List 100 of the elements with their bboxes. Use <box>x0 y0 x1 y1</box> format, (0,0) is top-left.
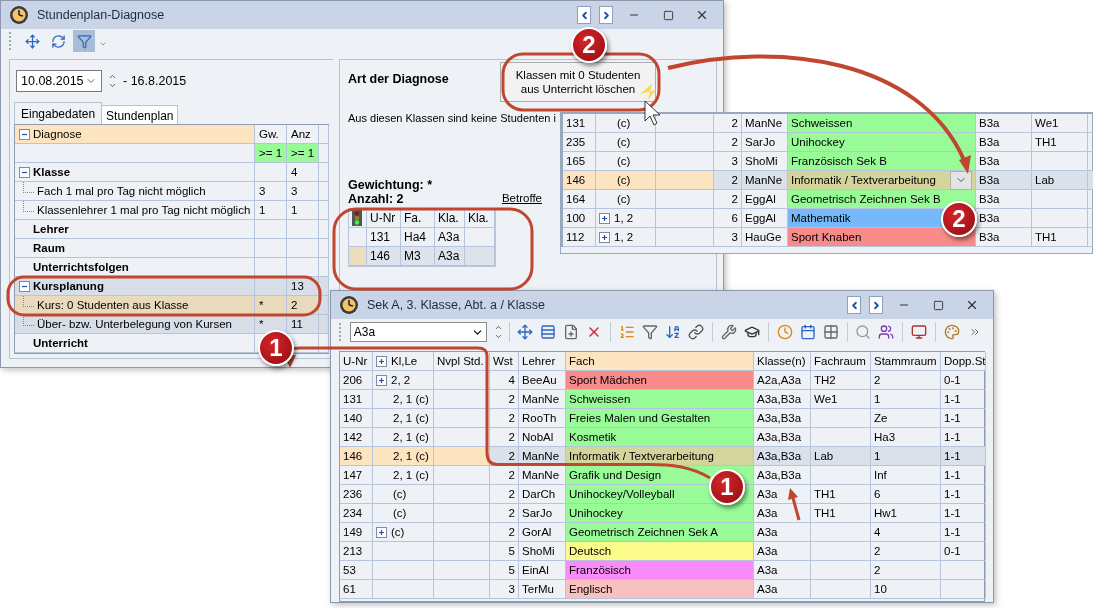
table-cell: 6 <box>714 209 742 228</box>
tab[interactable]: Eingabedaten <box>14 102 103 124</box>
table-cell: 146 <box>367 247 401 266</box>
column-header[interactable]: Stammraum <box>871 352 941 371</box>
column-header[interactable]: Nvpl Std. <box>434 352 490 371</box>
tree-node[interactable]: Raum <box>15 239 255 258</box>
table-cell: A3a,B3a <box>754 447 811 466</box>
table-cell: 5 <box>490 542 519 561</box>
table-cell: 1 <box>255 201 287 220</box>
subject-cell: Kosmetik <box>566 428 754 447</box>
table-cell: TH2 <box>811 371 871 390</box>
subject-cell: Unihockey <box>566 504 754 523</box>
maximize-icon <box>662 9 674 21</box>
column-header[interactable]: Diagnose <box>15 125 255 144</box>
filter-cell[interactable]: >= 1 <box>287 144 319 163</box>
table-cell <box>255 239 287 258</box>
expand-icon[interactable] <box>376 374 387 386</box>
table-cell: Lab <box>811 447 871 466</box>
next-button[interactable] <box>869 296 883 314</box>
table-cell: (c) <box>373 523 434 542</box>
empty-cell <box>434 390 490 409</box>
previous-button[interactable] <box>847 296 861 314</box>
table-cell <box>1032 209 1088 228</box>
table-cell: ManNe <box>742 171 788 190</box>
subject-cell: Freies Malen und Gestalten <box>566 409 754 428</box>
description-text: Aus diesen Klassen sind keine Studenten i <box>348 112 556 124</box>
collapse-icon[interactable] <box>19 128 30 140</box>
table-cell: A3a,B3a <box>754 466 811 485</box>
table-cell: 2, 1 (c) <box>373 409 434 428</box>
tree-item[interactable]: Fach 1 mal pro Tag nicht möglich <box>15 182 255 201</box>
tab[interactable]: Stundenplan <box>101 105 179 124</box>
delete-classes-button[interactable]: Klassen mit 0 Studenten aus Unterricht löschen <box>500 62 656 102</box>
subject-cell: Französisch Sek B <box>788 152 976 171</box>
table-cell: 164 <box>563 190 596 209</box>
table-cell: 100 <box>563 209 596 228</box>
column-header[interactable]: Klasse(n) <box>754 352 811 371</box>
filter-icon[interactable] <box>73 30 95 52</box>
table-cell: 213 <box>340 542 373 561</box>
date-field[interactable]: 10.08.2015 <box>16 70 102 92</box>
table-cell: 2 <box>871 561 941 580</box>
clock-icon <box>339 295 359 315</box>
column-header[interactable]: Gw. <box>255 125 287 144</box>
table-cell: 146 <box>563 171 596 190</box>
column-header[interactable]: Fachraum <box>811 352 871 371</box>
table-cell: We1 <box>1032 114 1088 133</box>
tree-node[interactable]: Klasse <box>15 163 255 182</box>
table-cell: Ze <box>871 409 941 428</box>
table-cell: 1-1 <box>941 390 986 409</box>
empty-cell <box>941 561 986 580</box>
expand-icon[interactable] <box>599 231 610 243</box>
tree-node[interactable]: Unterrichtsfolgen <box>15 258 255 277</box>
subject-cell: Englisch <box>566 580 754 599</box>
subject-cell: Französisch <box>566 561 754 580</box>
table-cell: 3 <box>255 182 287 201</box>
expand-icon[interactable] <box>376 355 387 367</box>
table-cell: M3 <box>401 247 435 266</box>
tree-node[interactable]: Lehrer <box>15 220 255 239</box>
table-cell: 1 <box>287 201 319 220</box>
column-header[interactable]: Fach <box>566 352 754 371</box>
table-cell: B3a <box>976 114 1032 133</box>
column-header[interactable]: Lehrer <box>519 352 566 371</box>
table-cell: (c) <box>373 485 434 504</box>
table-cell: 2, 1 (c) <box>373 447 434 466</box>
collapse-icon[interactable] <box>19 280 30 292</box>
empty-cell <box>656 133 714 152</box>
collapse-icon[interactable] <box>19 166 30 178</box>
traffic-light-icon <box>352 210 362 226</box>
column-header[interactable]: Kl,Le <box>373 352 434 371</box>
table-cell: 2 <box>714 171 742 190</box>
empty-cell <box>434 371 490 390</box>
filter-cell[interactable]: >= 1 <box>255 144 287 163</box>
empty-cell <box>811 466 871 485</box>
tree-node[interactable]: Unterricht <box>15 334 255 353</box>
table-cell: 2 <box>871 371 941 390</box>
column-header[interactable]: U-Nr <box>340 352 373 371</box>
expand-icon[interactable] <box>376 526 387 538</box>
column-header[interactable]: Wst <box>490 352 519 371</box>
row-marker[interactable] <box>349 247 367 266</box>
table-cell: 3 <box>714 228 742 247</box>
next-button[interactable] <box>599 6 613 24</box>
tree-item[interactable]: Klassenlehrer 1 mal pro Tag nicht möglich <box>15 201 255 220</box>
table-cell: 2 <box>490 409 519 428</box>
table-cell: TH1 <box>811 485 871 504</box>
table-cell: 1-1 <box>941 523 986 542</box>
empty-cell <box>811 561 871 580</box>
spinner-icon[interactable] <box>108 72 117 90</box>
previous-button[interactable] <box>577 6 591 24</box>
tree-item[interactable]: Über- bzw. Unterbelegung von Kursen <box>15 315 255 334</box>
table-cell: 4 <box>287 163 319 182</box>
column-header[interactable]: Anz <box>287 125 319 144</box>
row-marker[interactable] <box>349 228 367 247</box>
table-cell: A2a,A3a <box>754 371 811 390</box>
table-cell <box>1032 190 1088 209</box>
window-title: Stundenplan-Diagnose <box>37 8 166 22</box>
show-affected-link[interactable]: Betroffe <box>501 192 542 204</box>
table-cell: TH1 <box>1032 228 1088 247</box>
column-header[interactable]: Dopp.St <box>941 352 986 371</box>
spinner-icon[interactable] <box>493 323 503 341</box>
class-field[interactable]: A3a <box>349 322 487 342</box>
expand-icon[interactable] <box>599 212 610 224</box>
